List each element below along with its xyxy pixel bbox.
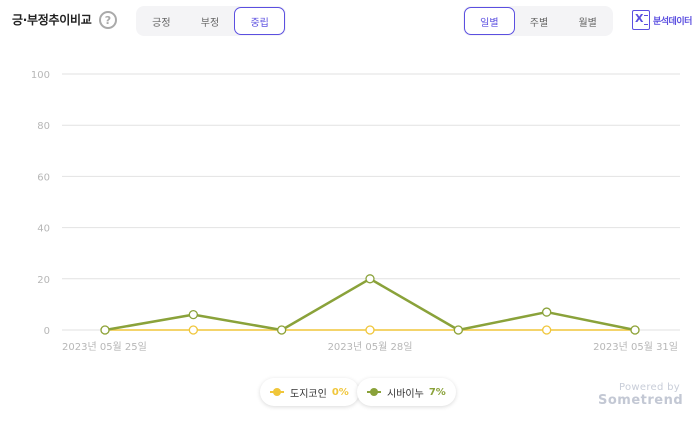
- brand-logo: Sometrend: [598, 393, 684, 408]
- data-point-series-2: [100, 325, 110, 335]
- legend-marker-icon: [270, 388, 284, 396]
- data-point-series-2: [542, 307, 552, 317]
- tab-monthly[interactable]: 월별: [563, 7, 612, 35]
- tab-weekly[interactable]: 주별: [515, 7, 564, 35]
- data-point-series-2: [365, 274, 375, 284]
- y-tick-label: 80: [37, 121, 50, 132]
- data-point-series-2: [453, 325, 463, 335]
- x-tick-label: 2023년 05월 31일: [593, 341, 678, 353]
- tab-negative[interactable]: 부정: [186, 7, 235, 35]
- help-icon[interactable]: ?: [99, 11, 117, 29]
- legend-item-series-1[interactable]: 도지코인 0%: [260, 378, 359, 406]
- powered-by-text: Powered by: [619, 382, 680, 393]
- legend-percent: 7%: [428, 386, 446, 398]
- powered-by-logo: Powered by Sometrend: [598, 382, 684, 408]
- x-tick-label: 2023년 05월 25일: [62, 341, 147, 353]
- export-data-label: 분석데이터: [653, 16, 692, 27]
- sentiment-tab-group: 긍정 부정 중립: [136, 6, 286, 36]
- legend-percent: 0%: [331, 386, 349, 398]
- export-data-button[interactable]: X 분석데이터: [632, 10, 692, 30]
- legend-item-series-2[interactable]: 시바이누 7%: [357, 378, 456, 406]
- chart-title: 긍·부정추이비교: [12, 13, 92, 27]
- data-point-series-1: [365, 325, 375, 335]
- chart-header: 긍·부정추이비교 ? 긍정 부정 중립 일별 주별 월별 X 분석데이터: [0, 0, 700, 44]
- y-tick-label: 20: [37, 275, 50, 286]
- y-tick-label: 100: [31, 70, 50, 81]
- data-point-series-1: [188, 325, 198, 335]
- legend-label: 시바이누: [387, 388, 424, 400]
- data-point-series-2: [188, 309, 198, 320]
- data-point-series-1: [542, 325, 552, 335]
- legend-label: 도지코인: [290, 388, 327, 400]
- legend-marker-icon: [367, 388, 381, 396]
- tab-positive[interactable]: 긍정: [137, 7, 186, 35]
- series-line-2: [104, 277, 636, 332]
- data-point-series-2: [630, 325, 640, 335]
- excel-icon: X: [632, 10, 650, 30]
- y-tick-label: 40: [37, 224, 50, 235]
- data-point-series-2: [277, 325, 287, 335]
- y-tick-label: 60: [37, 172, 50, 183]
- x-tick-label: 2023년 05월 28일: [328, 341, 413, 353]
- y-tick-label: 0: [44, 326, 50, 337]
- tab-neutral[interactable]: 중립: [234, 7, 286, 35]
- tab-daily[interactable]: 일별: [464, 7, 515, 35]
- line-chart: 0 20 40 60 80 100 2023년 05월 25일 2023년 05월 28일 20…: [31, 70, 680, 353]
- period-tab-group: 일별 주별 월별: [463, 6, 613, 36]
